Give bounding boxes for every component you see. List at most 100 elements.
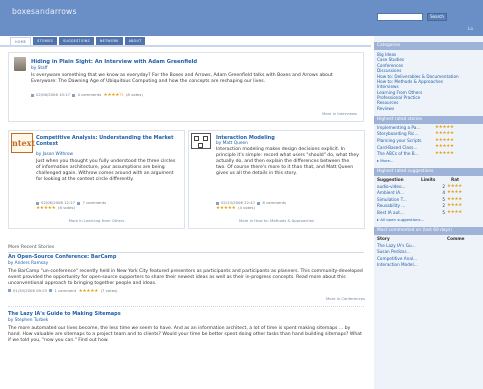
search-input[interactable] xyxy=(377,13,423,21)
commented-row: The Lazy IA's Gu... xyxy=(374,242,483,249)
story-card-left: ntext Competitive Analysis: Understandin… xyxy=(8,130,185,229)
recent-story-comments[interactable]: 1 comment xyxy=(54,288,76,293)
col-limits: Limits xyxy=(421,177,436,183)
story-title[interactable]: Competitive Analysis: Understanding the … xyxy=(36,135,181,148)
comment-icon xyxy=(49,289,53,293)
suggestion-row: Reusability ... 2 ★★★★ xyxy=(374,203,483,210)
recent-story: The Lazy IA's Guide to Making Sitemaps b… xyxy=(8,311,364,344)
tab-stories[interactable]: STORIES xyxy=(33,37,58,45)
site-header: boxesandarrows Search Lo HOME STORIES SU… xyxy=(0,0,483,45)
rated-story-stars: ★★★★★ xyxy=(435,144,454,150)
col-comments: Comme xyxy=(447,236,465,242)
recent-story-body: The more automated our lives become, the… xyxy=(8,325,362,343)
suggestion-title[interactable]: Ambient IA... xyxy=(377,190,433,195)
suggestion-row: audio-video... 2 ★★★★ xyxy=(374,183,483,190)
recent-story-byline[interactable]: by Stephen Turbek xyxy=(8,318,364,324)
search-button[interactable]: Search xyxy=(427,13,447,21)
rated-story-title[interactable]: Card-Based Class... xyxy=(377,145,435,150)
recent-story-title[interactable]: An Open-Source Conference: BarCamp xyxy=(8,254,364,260)
more-stories-link[interactable]: ▸ More... xyxy=(374,157,483,165)
story-more-link[interactable]: More in Learning from Others xyxy=(9,218,184,224)
suggestion-row: Simulation T... 5 ★★★★ xyxy=(374,196,483,203)
recent-story-votes: (7 votes) xyxy=(100,287,118,293)
suggestion-limit: 5 xyxy=(442,210,445,216)
rated-story-title[interactable]: The ABCs of the B... xyxy=(377,151,435,156)
story-more-link[interactable]: More in How to: Methods & Approaches xyxy=(189,218,364,224)
rated-story-title[interactable]: Implementing a Pa... xyxy=(377,125,435,130)
tab-suggestions[interactable]: SUGGESTIONS xyxy=(59,37,94,45)
story-rating-stars[interactable]: ★★★★★ xyxy=(36,206,56,211)
sidebar: Categories Big Ideas Case Studies Confer… xyxy=(374,36,483,389)
highest-rated-suggestions-heading: Highest rated suggestions xyxy=(374,168,483,177)
recent-story-rating-stars[interactable]: ★★★★★ xyxy=(79,289,99,294)
rated-story-title[interactable]: Storyboarding Ric... xyxy=(377,131,435,136)
commented-story-title[interactable]: Competitive Anal... xyxy=(377,256,435,261)
col-rating: Rat xyxy=(451,177,460,183)
tab-about[interactable]: ABOUT xyxy=(124,37,146,45)
featured-votes: (8 votes) xyxy=(125,92,143,97)
featured-more-link[interactable]: More in Interviews xyxy=(322,111,357,117)
featured-rating-stars[interactable]: ★★★★½ xyxy=(104,93,124,98)
tab-home[interactable]: HOME xyxy=(10,37,32,45)
login-link[interactable]: Lo xyxy=(468,27,473,33)
col-suggestion: Suggestion xyxy=(377,177,404,183)
col-story: Story xyxy=(377,236,390,242)
commented-story-title[interactable]: Interaction Model... xyxy=(377,262,435,267)
story-divider xyxy=(8,306,364,307)
suggestion-limit: 2 xyxy=(442,183,445,189)
featured-comments[interactable]: 4 comments xyxy=(77,92,101,97)
rated-story-stars: ★★★★★ xyxy=(435,137,454,143)
comment-icon xyxy=(77,201,81,205)
story-rating-stars[interactable]: ★★★★★ xyxy=(216,206,236,211)
commented-story-title[interactable]: Susan Pedizar... xyxy=(377,249,435,254)
story-byline[interactable]: by Jason Withrow xyxy=(36,152,73,158)
suggestion-limit: 5 xyxy=(442,196,445,202)
calendar-icon xyxy=(8,289,11,293)
tab-network[interactable]: NETWORK xyxy=(95,37,123,45)
rated-story-stars: ★★★★★ xyxy=(435,131,454,137)
logo-boxes: boxes xyxy=(12,7,36,16)
suggestion-title[interactable]: audio-video... xyxy=(377,184,433,189)
most-commented-section: Most commented on (last 60 days) Story C… xyxy=(374,227,483,268)
featured-story: Hiding in Plain Sight: An Interview with… xyxy=(8,52,364,122)
all-suggestions-link[interactable]: ▸ All open suggestions... xyxy=(374,216,483,224)
suggestion-title[interactable]: Best IA aut... xyxy=(377,210,433,215)
suggestion-limit: 2 xyxy=(442,203,445,209)
suggestion-title[interactable]: Reusability ... xyxy=(377,203,433,208)
story-comments[interactable]: 7 comments xyxy=(82,200,106,205)
rated-story-title[interactable]: Planning your Scripts xyxy=(377,138,435,143)
rated-story-row: Card-Based Class... ★★★★★ xyxy=(374,144,483,151)
recent-story-more-link[interactable]: More in Conferences xyxy=(326,296,365,302)
rated-story-stars: ★★★★★ xyxy=(435,150,454,156)
suggestion-stars: ★★★★ xyxy=(447,203,462,209)
featured-title[interactable]: Hiding in Plain Sight: An Interview with… xyxy=(31,59,197,66)
story-comments[interactable]: 6 comments xyxy=(262,200,286,205)
suggestion-title[interactable]: Simulation T... xyxy=(377,197,433,202)
story-byline[interactable]: by Matt Queen xyxy=(216,141,248,147)
most-commented-heading: Most commented on (last 60 days) xyxy=(374,227,483,236)
commented-story-title[interactable]: The Lazy IA's Gu... xyxy=(377,243,435,248)
diagram-node xyxy=(198,143,203,148)
recent-story: An Open-Source Conference: BarCamp by An… xyxy=(8,254,364,294)
category-list: Big Ideas Case Studies Conferences Discu… xyxy=(374,50,483,113)
featured-body: Is everyware something that we know as e… xyxy=(31,73,333,84)
calendar-icon xyxy=(36,201,39,205)
story-card-right: Interaction Modeling by Matt Queen Inter… xyxy=(188,130,365,229)
recent-story-title[interactable]: The Lazy IA's Guide to Making Sitemaps xyxy=(8,311,364,317)
recent-story-byline[interactable]: by Anders Ramsay xyxy=(8,261,364,267)
suggestion-row: Ambient IA... 4 ★★★★ xyxy=(374,190,483,197)
story-body: Just when you thought you fully understo… xyxy=(36,159,176,182)
suggestion-stars: ★★★★ xyxy=(447,209,462,215)
rated-story-row: The ABCs of the B... ★★★★★ xyxy=(374,151,483,158)
category-link[interactable]: Reviews xyxy=(377,106,480,111)
site-logo[interactable]: boxesandarrows xyxy=(12,7,77,17)
rated-story-row: Implementing a Pa... ★★★★★ xyxy=(374,124,483,131)
logo-arrows: arrows xyxy=(50,7,77,16)
suggestion-stars: ★★★★ xyxy=(447,190,462,196)
recent-stories-heading: More Recent Stories xyxy=(8,245,364,253)
featured-byline[interactable]: by Staff xyxy=(31,66,48,72)
categories-heading: Categories xyxy=(374,42,483,50)
calendar-icon xyxy=(216,201,219,205)
rated-story-row: Planning your Scripts ★★★★★ xyxy=(374,137,483,144)
recent-story-meta: 01/30/2006 09:23 1 comment ★★★★★ (7 vote… xyxy=(8,287,364,295)
